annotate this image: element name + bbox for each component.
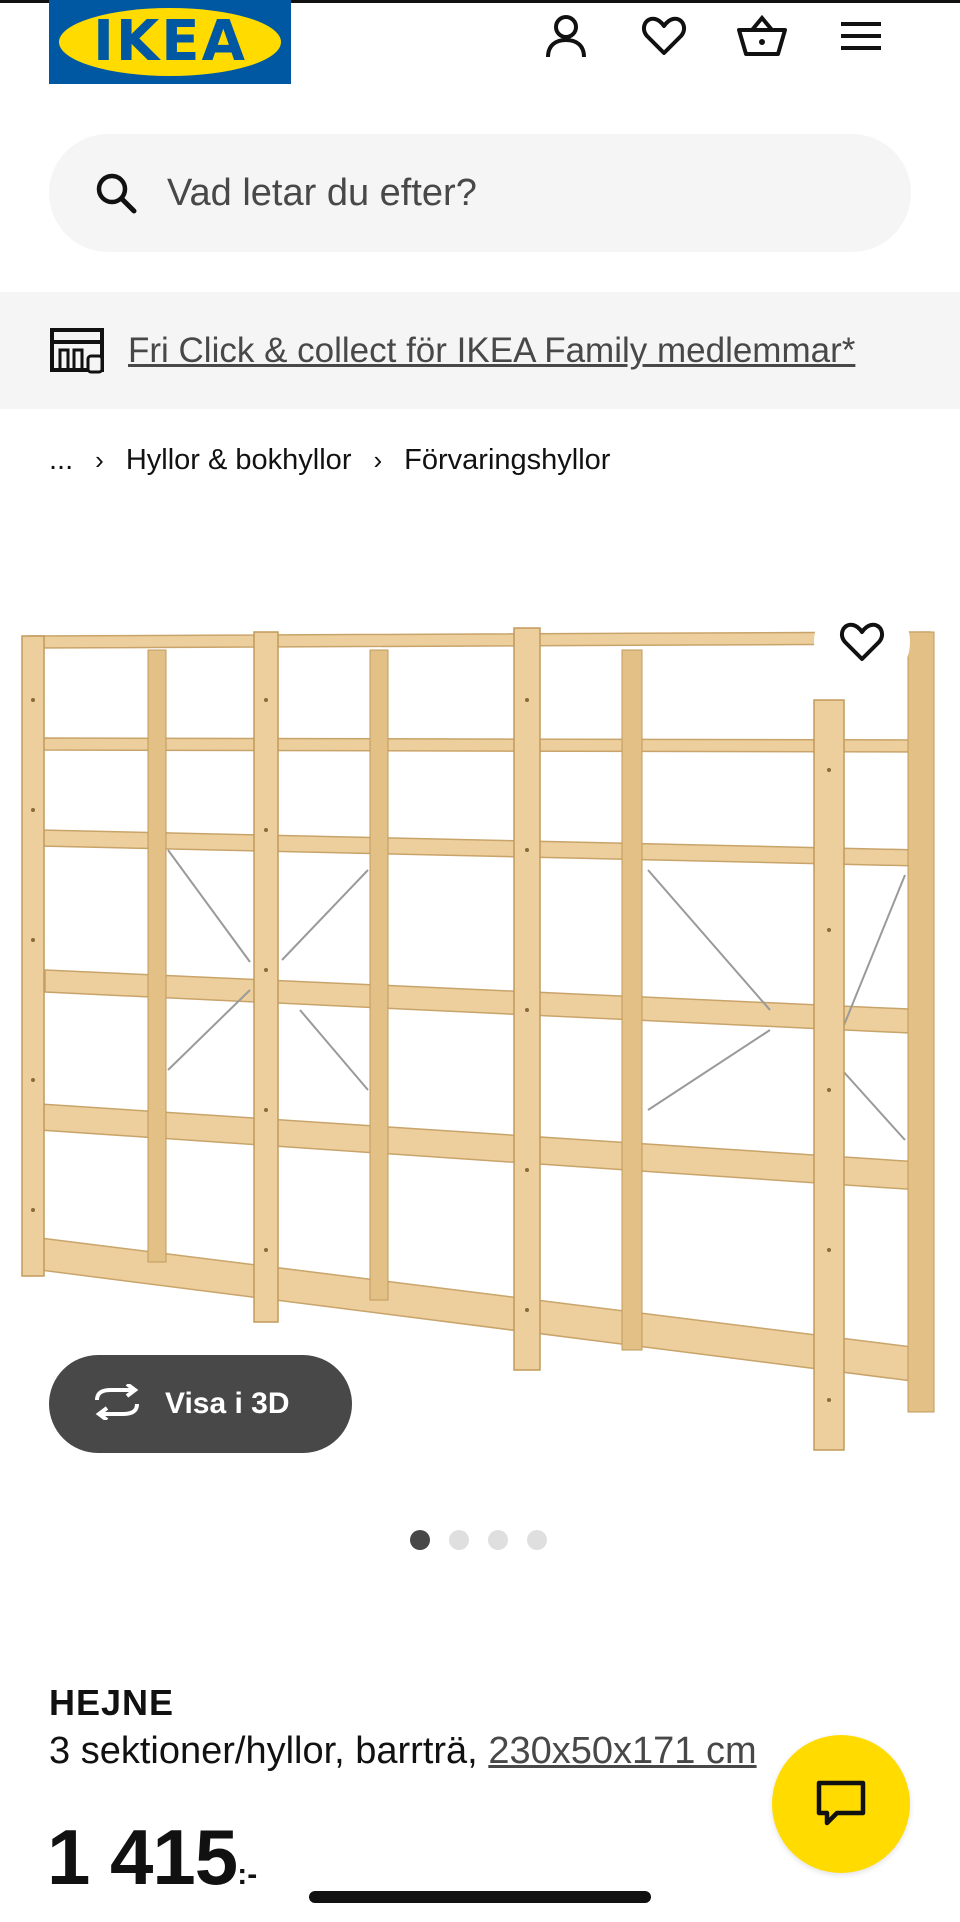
logo-text: IKEA bbox=[93, 9, 247, 74]
breadcrumb-item-shelves[interactable]: Hyllor & bokhyllor bbox=[126, 444, 352, 477]
user-icon[interactable] bbox=[540, 10, 592, 62]
price-value: 1 415 bbox=[47, 1813, 238, 1901]
search-input[interactable]: Vad letar du efter? bbox=[167, 134, 477, 252]
rotate-3d-icon bbox=[91, 1381, 143, 1425]
search-icon bbox=[95, 172, 137, 219]
product-name: HEJNE bbox=[49, 1682, 175, 1723]
chevron-right-icon: › bbox=[373, 444, 383, 475]
heart-icon bbox=[840, 622, 884, 661]
logo-registered-mark: ® bbox=[266, 10, 275, 22]
search-bar[interactable]: Vad letar du efter? bbox=[49, 134, 911, 252]
product-description-text: 3 sektioner/hyllor, barrträ, bbox=[49, 1730, 489, 1772]
product-dimensions-link[interactable]: 230x50x171 cm bbox=[488, 1730, 756, 1772]
shelf-illustration bbox=[21, 627, 935, 1451]
breadcrumb-item-storage-shelves[interactable]: Förvaringshyllor bbox=[404, 444, 610, 477]
chat-button[interactable] bbox=[772, 1735, 910, 1873]
banner-link[interactable]: Fri Click & collect för IKEA Family medl… bbox=[128, 292, 855, 409]
price-suffix: :- bbox=[237, 1858, 258, 1891]
gallery-dot-2[interactable] bbox=[449, 1530, 469, 1550]
product-price: 1 415:- bbox=[47, 1812, 257, 1903]
chat-icon bbox=[816, 1780, 866, 1826]
menu-icon[interactable] bbox=[835, 10, 887, 62]
store-icon bbox=[50, 328, 106, 379]
gallery-dot-1[interactable] bbox=[410, 1530, 430, 1550]
chevron-right-icon: › bbox=[95, 444, 104, 475]
gallery-dot-3[interactable] bbox=[488, 1530, 508, 1550]
view-in-3d-button[interactable]: Visa i 3D bbox=[49, 1355, 352, 1453]
basket-icon[interactable] bbox=[736, 10, 788, 62]
product-description: 3 sektioner/hyllor, barrträ, 230x50x171 … bbox=[49, 1730, 757, 1773]
heart-icon[interactable] bbox=[638, 10, 690, 62]
breadcrumb: ... › Hyllor & bokhyllor › Förvaringshyl… bbox=[49, 440, 610, 480]
add-to-favourites-button[interactable] bbox=[814, 594, 910, 690]
click-collect-banner[interactable]: Fri Click & collect för IKEA Family medl… bbox=[0, 292, 960, 409]
breadcrumb-ellipsis[interactable]: ... bbox=[49, 444, 73, 477]
ikea-logo[interactable]: IKEA ® bbox=[49, 0, 291, 84]
gallery-pagination bbox=[410, 1530, 547, 1550]
home-indicator bbox=[309, 1891, 651, 1903]
view-in-3d-label: Visa i 3D bbox=[165, 1387, 290, 1420]
gallery-dot-4[interactable] bbox=[527, 1530, 547, 1550]
